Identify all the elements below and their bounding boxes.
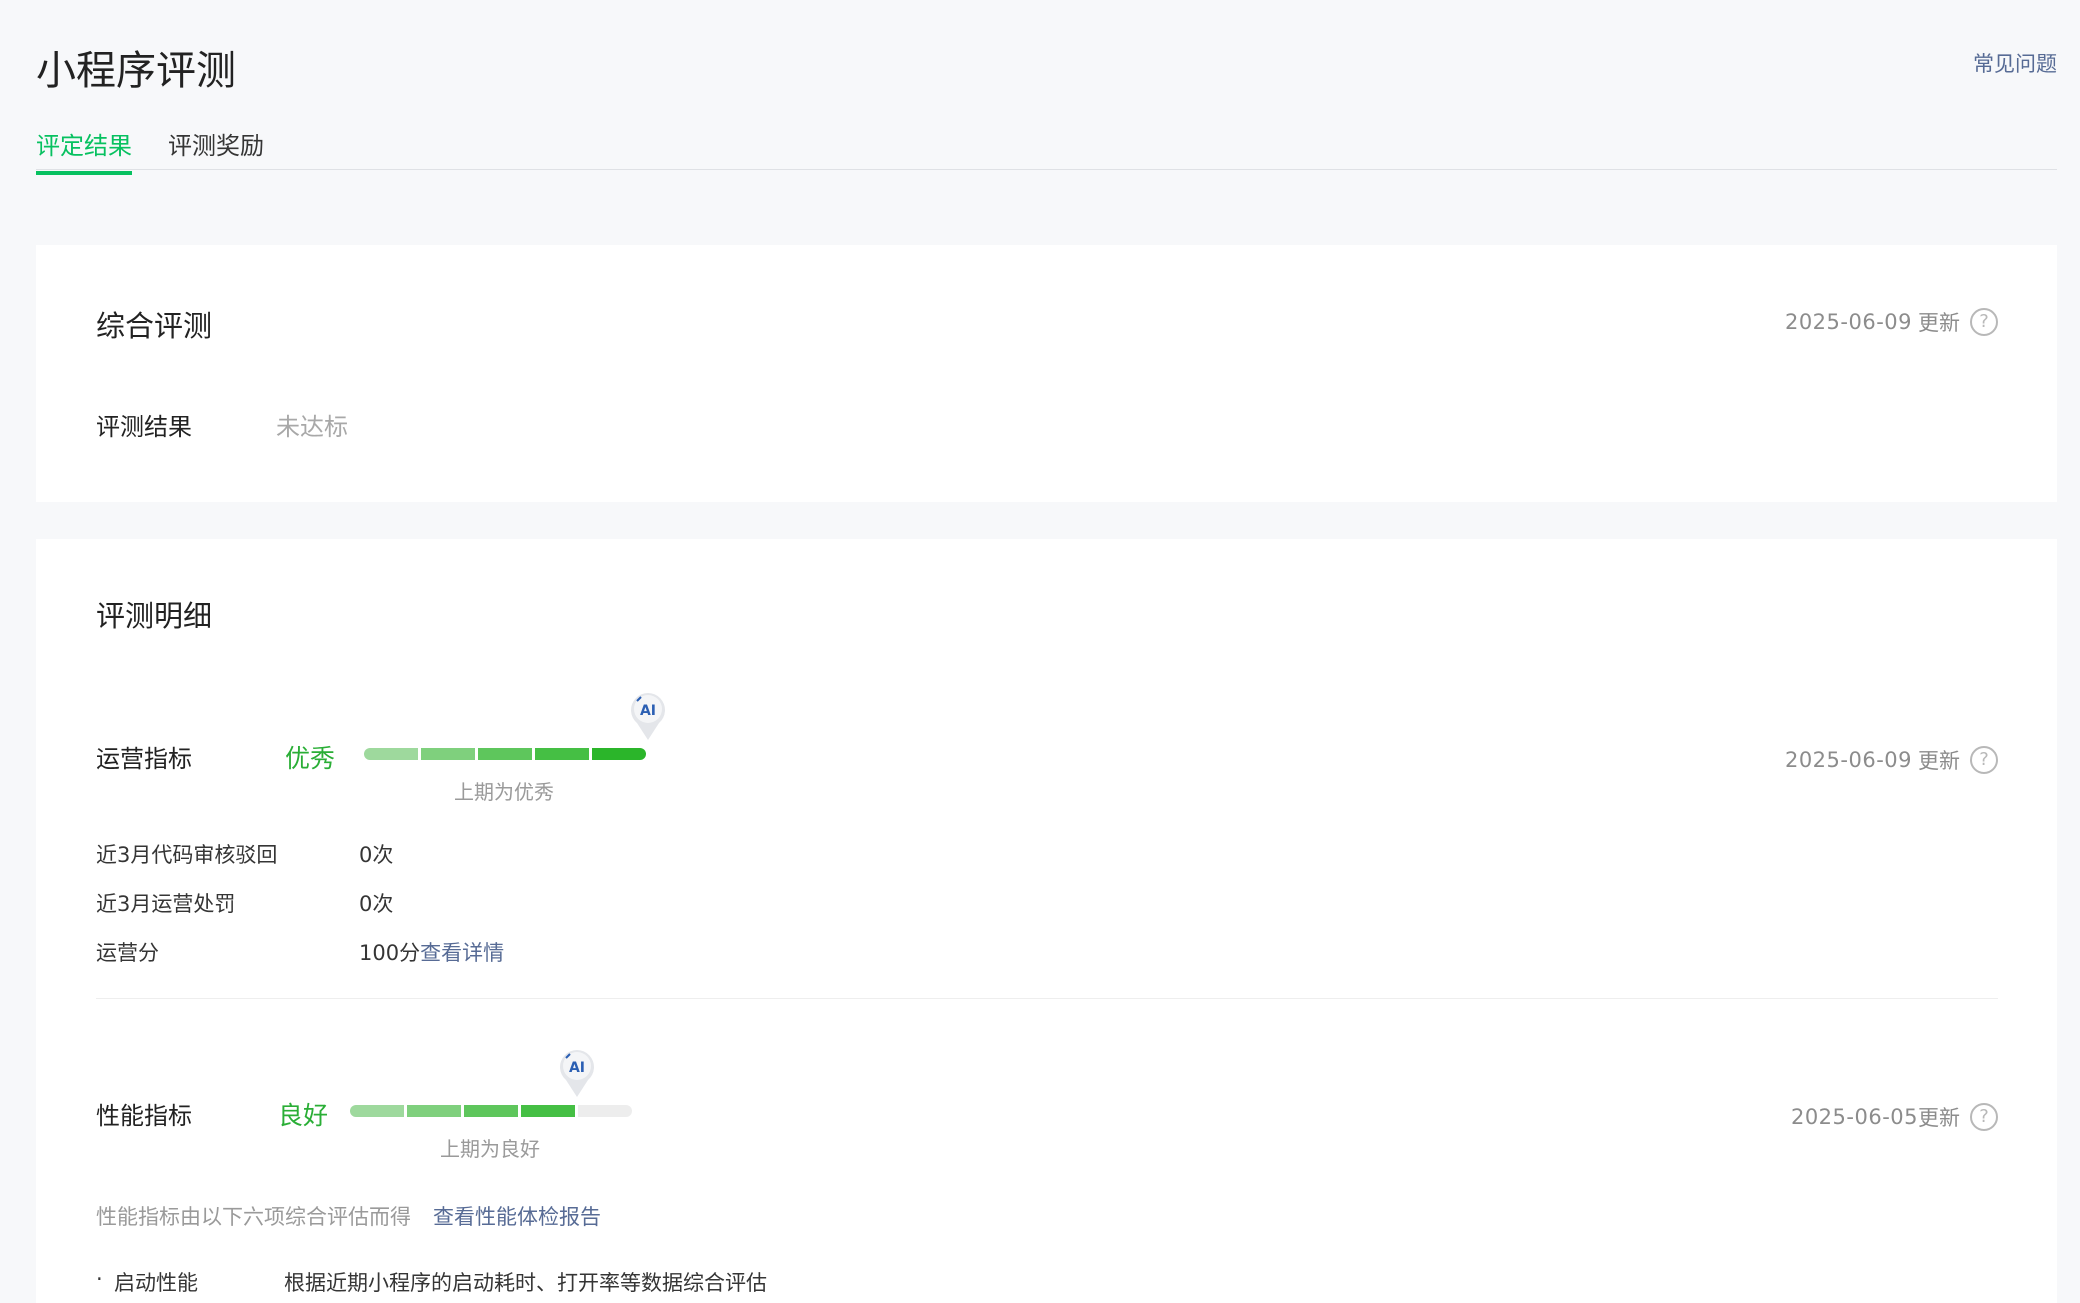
overall-update-suffix: 更新 [1918, 311, 1960, 335]
bullet-dot: · [96, 1267, 103, 1291]
performance-report-link[interactable]: 查看性能体检报告 [433, 1201, 601, 1231]
overall-update-date: 2025-06-09 [1784, 310, 1912, 334]
performance-update-suffix: 更新 [1918, 1106, 1960, 1130]
page: 小程序评测 常见问题 评定结果 评测奖励 综合评测 2025-06-09 更新 … [0, 0, 2080, 1303]
performance-level-seg [578, 1105, 632, 1117]
divider [96, 998, 1998, 999]
row-value: 0次 [359, 843, 394, 867]
ai-marker-icon: AI [631, 693, 665, 740]
help-circle-icon[interactable]: ? [1970, 1103, 1998, 1131]
operation-level-bar [364, 748, 646, 760]
performance-level-bar [350, 1105, 632, 1117]
detail-title: 评测明细 [96, 599, 213, 633]
help-circle-icon[interactable]: ? [1970, 746, 1998, 774]
operation-level-seg [535, 748, 589, 760]
operation-score: 100分 [359, 941, 421, 965]
result-value: 未达标 [276, 413, 348, 441]
ai-marker-icon: AI [560, 1050, 594, 1097]
operation-prev: 上期为优秀 [454, 780, 554, 804]
row-value: 100分查看详情 [359, 937, 504, 967]
operation-update-date: 2025-06-09 [1784, 748, 1912, 772]
performance-level-seg [407, 1105, 461, 1117]
performance-grade: 良好 [278, 1101, 329, 1130]
operation-level-seg [364, 748, 418, 760]
faq-link[interactable]: 常见问题 [1973, 48, 2057, 78]
view-details-link[interactable]: 查看详情 [420, 941, 504, 965]
row-label: 运营分 [96, 941, 159, 965]
operation-level-seg [478, 748, 532, 760]
performance-level-seg [350, 1105, 404, 1117]
perf-item-name: 启动性能 [114, 1271, 198, 1295]
operation-update-suffix: 更新 [1918, 749, 1960, 773]
help-circle-icon[interactable]: ? [1970, 308, 1998, 336]
page-title: 小程序评测 [36, 48, 236, 94]
row-label: 近3月运营处罚 [96, 892, 236, 916]
performance-level-seg [521, 1105, 575, 1117]
overall-card: 综合评测 2025-06-09 更新 ? 评测结果 未达标 [36, 245, 2057, 502]
performance-level-seg [464, 1105, 518, 1117]
perf-item-desc: 根据近期小程序的启动耗时、打开率等数据综合评估 [284, 1271, 767, 1295]
overall-update: 2025-06-09 更新 ? [1785, 307, 1998, 337]
performance-description: 性能指标由以下六项综合评估而得 [96, 1205, 411, 1229]
operation-level-seg [421, 748, 475, 760]
row-label: 近3月代码审核驳回 [96, 843, 278, 867]
svg-text:AI: AI [640, 703, 656, 719]
svg-text:AI: AI [569, 1060, 585, 1076]
tab-bar: 评定结果 评测奖励 [36, 126, 2057, 175]
performance-label: 性能指标 [96, 1102, 192, 1130]
result-label: 评测结果 [96, 413, 192, 441]
overall-title: 综合评测 [96, 309, 213, 343]
performance-prev: 上期为良好 [440, 1137, 540, 1161]
row-value: 0次 [359, 892, 394, 916]
tab-result[interactable]: 评定结果 [36, 126, 132, 175]
performance-update-date: 2025-06-05 [1790, 1105, 1918, 1129]
operation-update: 2025-06-09 更新 ? [1785, 745, 1998, 775]
operation-grade: 优秀 [285, 744, 336, 773]
tab-reward[interactable]: 评测奖励 [168, 126, 264, 171]
operation-label: 运营指标 [96, 745, 192, 773]
operation-level-seg [592, 748, 646, 760]
detail-card: 评测明细 运营指标 优秀 AI 上期为优秀 2025-06-09 更新 ? 近3… [36, 539, 2057, 1303]
performance-update: 2025-06-05 更新 ? [1791, 1102, 1998, 1132]
